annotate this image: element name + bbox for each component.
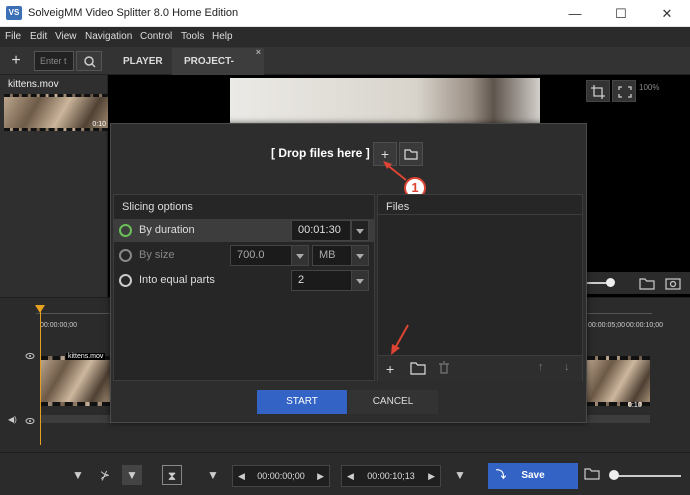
audio-eye-icon[interactable] [25, 416, 35, 424]
size-dropdown[interactable] [291, 245, 309, 266]
eye-icon[interactable] [25, 351, 35, 359]
menu-tools[interactable]: Tools [181, 31, 204, 42]
window-title: SolveigMM Video Splitter 8.0 Home Editio… [28, 7, 239, 19]
end-time-field[interactable]: ◀ 00:00:10;13 ▶ [341, 465, 441, 487]
fullscreen-icon[interactable] [612, 80, 636, 102]
divider [378, 214, 582, 215]
move-up-icon[interactable]: ↑ [538, 361, 544, 373]
annotation-arrow-icon [391, 324, 409, 355]
media-file-name: kittens.mov [8, 79, 59, 90]
folder-icon[interactable] [582, 465, 602, 485]
playhead-marker[interactable] [35, 305, 45, 313]
unit-field[interactable]: MB [312, 245, 352, 266]
tab-close-icon[interactable]: × [256, 39, 261, 66]
next-icon[interactable]: ▶ [428, 466, 435, 486]
menu-help[interactable]: Help [212, 31, 233, 42]
menu-view[interactable]: View [55, 31, 77, 42]
dropdown-icon[interactable]: ▼ [450, 465, 470, 485]
cut-marker-icon[interactable]: ▼ [122, 465, 142, 485]
save-label: Save [521, 470, 545, 481]
media-thumbnail[interactable]: 0:10 [4, 94, 108, 131]
clip-label: kittens.mov [66, 353, 106, 360]
menu-bar: File Edit View Navigation Control Tools … [0, 27, 690, 47]
app-icon: VS [6, 6, 22, 20]
duration-field[interactable]: 00:01:30 [291, 220, 351, 241]
save-button[interactable]: ⤵ Save [488, 463, 578, 489]
option-label: By size [139, 249, 175, 261]
crop-icon[interactable] [586, 80, 610, 102]
toolbar: + Enter t [0, 47, 690, 75]
unit-dropdown[interactable] [351, 245, 369, 266]
slicing-options-title: Slicing options [122, 201, 193, 213]
filter-icon[interactable]: ▼ [68, 465, 88, 485]
snapshot-icon[interactable] [664, 275, 682, 291]
start-time-field[interactable]: ◀ 00:00:00;00 ▶ [232, 465, 330, 487]
drop-zone-label[interactable]: [ Drop files here ] [271, 146, 370, 160]
add-file-icon[interactable]: + [5, 50, 27, 72]
timer-icon [119, 274, 132, 287]
ruler-tick: 00:00:10;00 [626, 322, 663, 329]
title-bar: VS SolveigMM Video Splitter 8.0 Home Edi… [0, 0, 690, 27]
option-label: By duration [139, 224, 195, 236]
zoom-slider[interactable] [609, 470, 619, 480]
end-time-value: 00:00:10;13 [367, 471, 415, 481]
volume-slider[interactable] [606, 278, 615, 287]
search-icon [84, 56, 96, 68]
files-toolbar: + ↑ ↓ [378, 355, 582, 381]
trash-icon[interactable] [438, 361, 450, 375]
thumbnail-duration: 0:10 [92, 121, 106, 128]
zoom-level[interactable]: 100% [639, 83, 659, 92]
tab-project[interactable]: PROJECT-1.SSP × [172, 47, 264, 94]
split-icon[interactable]: ⧗ [162, 465, 182, 485]
save-icon: ⤵ [496, 470, 506, 481]
minimize-button[interactable]: — [552, 0, 598, 27]
folder-icon[interactable] [410, 361, 426, 375]
prev-icon[interactable]: ◀ [238, 466, 245, 486]
viewer-side-panel [586, 75, 690, 297]
maximize-button[interactable]: ☐ [598, 0, 644, 27]
dropdown-icon[interactable]: ▼ [203, 465, 223, 485]
next-icon[interactable]: ▶ [317, 466, 324, 486]
video-clip[interactable] [587, 356, 650, 406]
search-input[interactable]: Enter t [34, 51, 74, 71]
marker-icon[interactable]: ⊁ [95, 465, 115, 485]
files-title: Files [386, 201, 410, 213]
parts-dropdown[interactable] [351, 270, 369, 291]
option-label: Into equal parts [139, 274, 215, 286]
duration-dropdown[interactable] [351, 220, 369, 241]
zoom-track [611, 475, 681, 477]
folder-icon[interactable] [638, 275, 656, 291]
search-button[interactable] [76, 51, 102, 71]
cancel-button[interactable]: CANCEL [348, 390, 438, 414]
ruler-tick: 00:00:05;00 [588, 322, 625, 329]
video-clip[interactable] [40, 356, 110, 406]
menu-control[interactable]: Control [140, 31, 172, 42]
ruler-tick: 00:00:00;00 [40, 322, 77, 329]
add-file-icon[interactable]: + [386, 361, 394, 377]
clock-icon [119, 224, 132, 237]
menu-navigation[interactable]: Navigation [85, 31, 132, 42]
tab-player[interactable]: PLAYER [111, 48, 175, 75]
menu-edit[interactable]: Edit [30, 31, 47, 42]
menu-file[interactable]: File [5, 31, 21, 42]
move-down-icon[interactable]: ↓ [564, 361, 570, 373]
prev-icon[interactable]: ◀ [347, 466, 354, 486]
clip-end-time: 0:10 [628, 402, 642, 409]
start-button[interactable]: START [257, 390, 347, 414]
video-frame [230, 78, 540, 126]
start-time-value: 00:00:00;00 [257, 471, 305, 481]
playhead[interactable] [40, 305, 41, 445]
size-field[interactable]: 700.0 [230, 245, 292, 266]
media-panel: kittens.mov 0:10 [0, 75, 108, 297]
size-icon [119, 249, 132, 262]
parts-field[interactable]: 2 [291, 270, 353, 291]
close-button[interactable]: ✕ [644, 0, 690, 27]
volume-bar [586, 272, 690, 294]
